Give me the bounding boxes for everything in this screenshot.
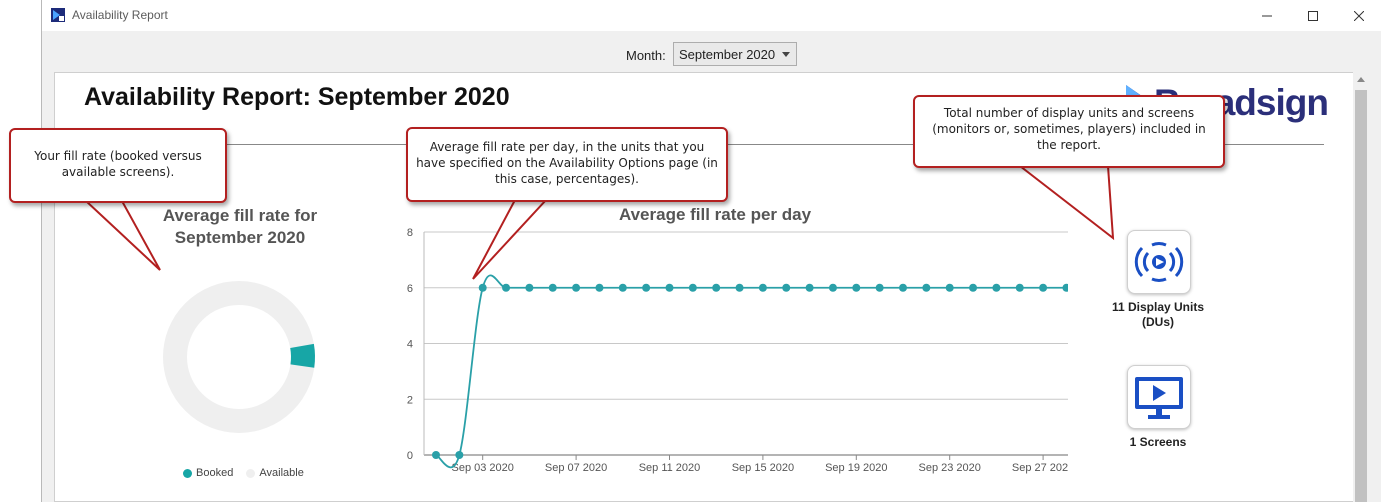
- monitor-play-icon: [1135, 377, 1183, 419]
- fill-rate-donut-chart: [163, 281, 315, 433]
- data-point[interactable]: [455, 451, 464, 459]
- data-point[interactable]: [1062, 283, 1068, 292]
- data-point[interactable]: [945, 283, 954, 292]
- display-units-abbrev: (DUs): [1142, 315, 1174, 329]
- screens-card[interactable]: [1127, 365, 1191, 429]
- data-point[interactable]: [852, 283, 861, 292]
- donut-title-line1: Average fill rate for: [162, 206, 318, 225]
- minimize-button[interactable]: [1244, 0, 1290, 31]
- legend-item-booked[interactable]: Booked: [183, 467, 233, 479]
- display-units-card[interactable]: [1127, 230, 1191, 294]
- x-tick-label: Sep 11 2020: [639, 462, 701, 474]
- minimize-icon: [1262, 15, 1272, 16]
- legend-label: Booked: [196, 467, 234, 479]
- data-point[interactable]: [618, 283, 627, 292]
- data-point[interactable]: [875, 283, 884, 292]
- data-point[interactable]: [899, 283, 907, 292]
- data-point[interactable]: [665, 283, 674, 292]
- x-tick-label: Sep 19 2020: [825, 462, 887, 474]
- data-point[interactable]: [735, 283, 744, 292]
- data-point[interactable]: [712, 283, 721, 292]
- legend-swatch: [246, 468, 256, 478]
- y-tick-label: 4: [407, 339, 413, 351]
- legend-swatch: [183, 468, 192, 478]
- callout-fill-rate: Your fill rate (booked versus available …: [9, 128, 227, 203]
- y-tick-label: 6: [407, 283, 413, 295]
- x-tick-label: Sep 27 2020: [1012, 462, 1068, 474]
- month-select-value: September 2020: [679, 47, 776, 62]
- scroll-up-icon[interactable]: [1357, 77, 1365, 82]
- month-select[interactable]: September 2020: [673, 42, 797, 66]
- donut-title: Average fill rate for September 2020: [110, 205, 370, 249]
- y-tick-label: 8: [407, 227, 413, 239]
- scroll-thumb[interactable]: [1355, 90, 1367, 502]
- screens-label: 1 Screens: [1129, 435, 1187, 449]
- maximize-button[interactable]: [1290, 0, 1336, 31]
- data-point[interactable]: [992, 283, 1001, 292]
- donut-available-arc[interactable]: [163, 281, 315, 433]
- title-bar[interactable]: Availability Report: [42, 0, 1381, 31]
- y-tick-label: 0: [407, 450, 413, 462]
- data-point[interactable]: [828, 283, 837, 292]
- data-point[interactable]: [595, 283, 604, 292]
- donut-booked-arc[interactable]: [290, 343, 315, 368]
- display-units-label: 11 Display Units (DUs): [1088, 300, 1228, 330]
- maximize-icon: [1308, 10, 1318, 21]
- app-window: Availability Report Month: September 202…: [41, 0, 1381, 502]
- line-chart-title: Average fill rate per day: [618, 205, 812, 224]
- app-icon: [51, 8, 65, 22]
- data-point[interactable]: [758, 283, 767, 292]
- toolbar: Month: September 2020: [42, 31, 1381, 71]
- data-point[interactable]: [478, 283, 487, 292]
- donut-title-line2: September 2020: [174, 228, 306, 247]
- x-tick-label: Sep 03 2020: [452, 462, 514, 474]
- data-point[interactable]: [922, 283, 931, 292]
- callout-per-day: Average fill rate per day, in the units …: [406, 127, 728, 202]
- donut-legend: Booked Available: [183, 467, 314, 479]
- month-label: Month:: [626, 48, 666, 63]
- data-point[interactable]: [1015, 283, 1024, 292]
- vertical-scrollbar[interactable]: [1353, 72, 1369, 502]
- data-point[interactable]: [548, 283, 557, 292]
- y-tick-label: 2: [407, 394, 413, 406]
- broadcast-icon: [1134, 242, 1184, 282]
- data-point[interactable]: [502, 283, 511, 292]
- data-point[interactable]: [572, 283, 581, 292]
- data-point[interactable]: [525, 283, 534, 292]
- x-tick-label: Sep 15 2020: [732, 462, 794, 474]
- window-title: Availability Report: [72, 8, 168, 22]
- data-point[interactable]: [805, 283, 814, 292]
- fill-rate-series-line: [435, 274, 1068, 469]
- data-point[interactable]: [432, 451, 440, 459]
- report-title: Availability Report: September 2020: [84, 83, 510, 111]
- legend-label: Available: [259, 467, 304, 479]
- data-point[interactable]: [782, 283, 791, 292]
- callout-total-units: Total number of display units and screen…: [913, 95, 1225, 168]
- data-point[interactable]: [969, 283, 978, 292]
- data-point[interactable]: [688, 283, 697, 292]
- chevron-down-icon: [782, 52, 790, 57]
- display-units-count: 11 Display Units: [1111, 300, 1205, 314]
- data-point[interactable]: [642, 283, 651, 292]
- close-icon: [1354, 10, 1364, 21]
- legend-item-available[interactable]: Available: [246, 467, 304, 479]
- x-tick-label: Sep 23 2020: [919, 462, 981, 474]
- x-tick-label: Sep 07 2020: [545, 462, 607, 474]
- fill-rate-line-chart: 0 2 4 6 8 Sep 03 2020 Sep 07 2020 Sep 11 2020 Se…: [407, 227, 1068, 474]
- close-button[interactable]: [1336, 0, 1381, 31]
- data-point[interactable]: [1039, 283, 1048, 292]
